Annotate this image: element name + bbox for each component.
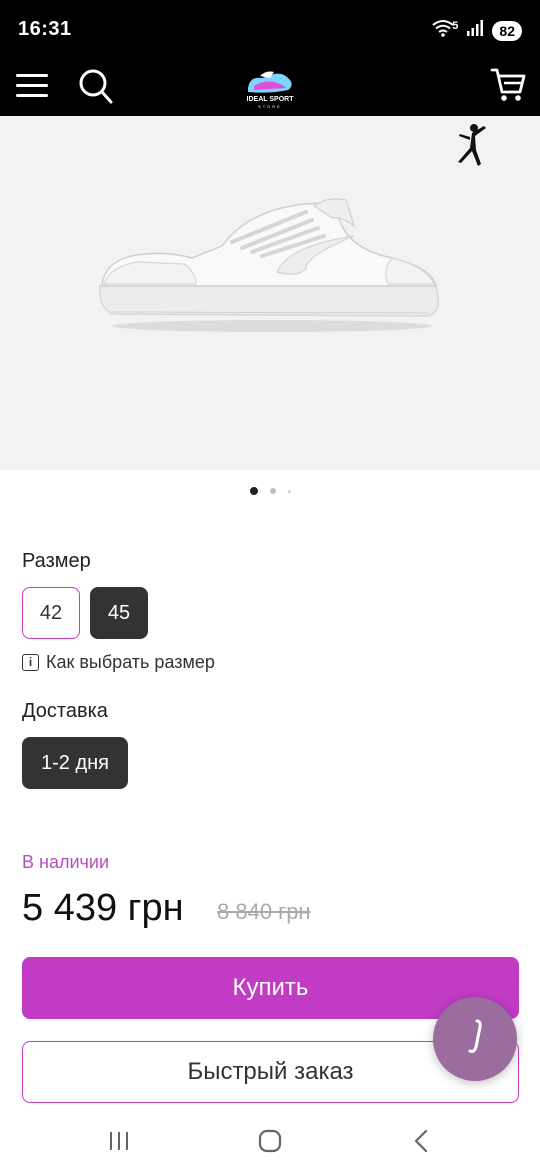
size-option-45[interactable]: 45: [90, 587, 148, 639]
size-options: 42 45: [22, 587, 148, 639]
search-icon[interactable]: [78, 66, 114, 106]
status-time: 16:31: [18, 18, 72, 40]
battery-level: 82: [492, 20, 522, 41]
store-logo[interactable]: IDEAL SPORT STORE: [240, 66, 300, 110]
back-icon[interactable]: [406, 1126, 436, 1156]
recent-apps-icon[interactable]: [106, 1126, 136, 1156]
gallery-pagination: [0, 487, 540, 495]
app-header: IDEAL SPORT STORE: [0, 60, 540, 116]
size-option-42[interactable]: 42: [22, 587, 80, 639]
product-image: [92, 186, 448, 456]
size-guide-text: Как выбрать размер: [46, 652, 215, 672]
status-bar: 16:31 5 82: [0, 0, 540, 60]
delivery-option[interactable]: 1-2 дня: [22, 737, 128, 789]
logo-subtext: STORE: [258, 104, 282, 109]
product-image-gallery[interactable]: [0, 116, 540, 470]
phone-icon: [465, 1017, 485, 1062]
wifi-icon: [432, 19, 454, 42]
info-icon: i: [22, 654, 39, 671]
old-price: 8 840 грн: [217, 899, 311, 924]
jordan-logo-icon: [448, 122, 496, 172]
gallery-dot-3[interactable]: [287, 489, 291, 493]
logo-text: IDEAL SPORT: [247, 96, 295, 103]
status-icons: 5 82: [432, 19, 522, 42]
size-label: Размер: [22, 550, 91, 572]
availability-status: В наличии: [22, 852, 110, 872]
signal-icon: [466, 20, 484, 41]
current-price: 5 439 грн: [22, 887, 184, 929]
home-icon[interactable]: [255, 1126, 285, 1156]
cart-icon[interactable]: [490, 66, 526, 104]
menu-icon[interactable]: [16, 70, 50, 104]
gallery-dot-2[interactable]: [269, 488, 276, 494]
network-type: 5: [452, 19, 459, 32]
system-nav-bar: [0, 1110, 540, 1170]
delivery-label: Доставка: [22, 700, 108, 722]
gallery-dot-1[interactable]: [249, 487, 258, 495]
call-fab[interactable]: [433, 997, 517, 1081]
size-guide-link[interactable]: i Как выбрать размер: [22, 652, 215, 673]
